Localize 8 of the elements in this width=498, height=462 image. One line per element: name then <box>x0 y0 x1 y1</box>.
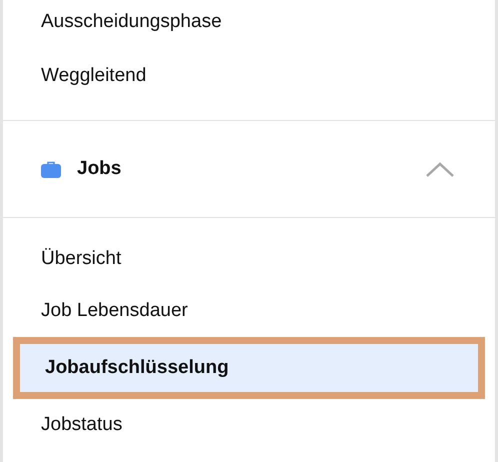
menu-item[interactable]: Job Lebensdauer <box>3 285 495 337</box>
menu-item[interactable]: Ausscheidungsphase <box>3 0 495 49</box>
briefcase-icon <box>41 160 61 178</box>
menu-item[interactable]: Weggleitend <box>3 49 495 103</box>
menu-item[interactable]: Jobaufschlüsselung <box>13 337 485 399</box>
menu-item[interactable]: Jobstatus <box>3 399 495 451</box>
menu-item[interactable]: Übersicht <box>3 233 495 285</box>
section-title: Jobs <box>77 156 122 181</box>
